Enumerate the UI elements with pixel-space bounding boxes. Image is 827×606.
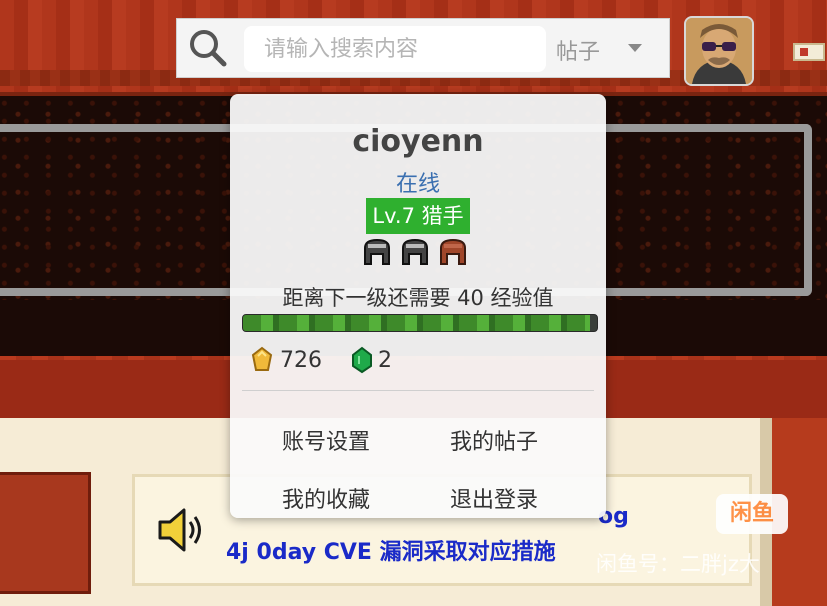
- search-category-label: 帖子: [556, 40, 601, 65]
- helmet-icon: [438, 238, 468, 266]
- my-posts-link[interactable]: 我的帖子: [450, 424, 538, 456]
- speaker-icon: [156, 506, 206, 554]
- helmet-icon: [400, 238, 430, 266]
- avatar[interactable]: [684, 16, 754, 86]
- popup-divider: [242, 390, 594, 391]
- watermark-text: 闲鱼号：二胖jz大: [596, 552, 760, 576]
- online-status: 在线: [395, 172, 440, 197]
- notice-link[interactable]: 4j 0day CVE 漏洞采取对应措施: [226, 534, 556, 566]
- exp-remaining-text: 距离下一级还需要 40 经验值: [282, 286, 554, 310]
- scroll-icon[interactable]: [788, 38, 827, 68]
- watermark-logo: 闲鱼: [716, 494, 788, 534]
- search-category-select[interactable]: 帖子: [548, 26, 660, 72]
- my-favorites-link[interactable]: 我的收藏: [282, 482, 370, 514]
- gold-count: 726: [280, 348, 322, 373]
- username: cioyenn: [352, 124, 484, 159]
- gem-icon: [350, 346, 374, 374]
- exp-progress-fill: [243, 315, 590, 331]
- chevron-down-icon: [628, 44, 642, 52]
- level-badge: Lv.7 猎手: [366, 198, 470, 234]
- search-icon[interactable]: [186, 26, 230, 70]
- gem-count: 2: [378, 348, 392, 373]
- exp-progress-bar: [242, 314, 598, 332]
- gold-icon: [250, 346, 274, 374]
- logout-link[interactable]: 退出登录: [450, 482, 538, 514]
- left-block: [0, 472, 91, 594]
- account-settings-link[interactable]: 账号设置: [282, 424, 370, 456]
- search-input[interactable]: [244, 26, 546, 72]
- helmet-icon: [362, 238, 392, 266]
